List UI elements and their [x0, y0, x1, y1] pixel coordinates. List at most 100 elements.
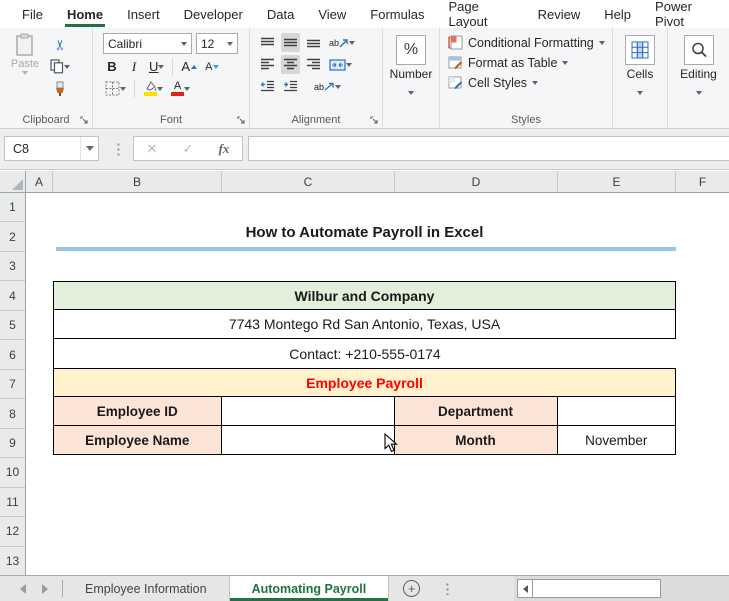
tab-bar-grip[interactable]: [446, 582, 450, 595]
company-name-cell[interactable]: Wilbur and Company: [53, 281, 676, 310]
row-header-3[interactable]: 3: [0, 252, 25, 282]
month-value-cell[interactable]: November: [557, 426, 676, 454]
tab-insert[interactable]: Insert: [115, 0, 172, 28]
employee-payroll-header-cell[interactable]: Employee Payroll: [53, 368, 676, 397]
excel-window: File Home Insert Developer Data View For…: [0, 0, 729, 601]
bold-button[interactable]: B: [103, 57, 121, 76]
font-dialog-launcher[interactable]: [237, 116, 246, 125]
number-format-icon: %: [396, 35, 426, 65]
tab-developer[interactable]: Developer: [172, 0, 255, 28]
scroll-left-button[interactable]: [517, 579, 533, 598]
tab-power-pivot[interactable]: Power Pivot: [643, 0, 729, 29]
enter-button[interactable]: ✓: [183, 141, 194, 157]
wrap-text-button[interactable]: ab: [312, 77, 343, 96]
employee-id-label-cell[interactable]: Employee ID: [54, 397, 222, 425]
decrease-font-button[interactable]: A: [203, 57, 221, 76]
cell-styles-button[interactable]: Cell Styles: [448, 75, 612, 90]
column-header-c[interactable]: C: [222, 171, 395, 192]
tab-file[interactable]: File: [10, 0, 55, 28]
formula-input[interactable]: [248, 136, 729, 161]
employee-name-value-cell[interactable]: [221, 426, 395, 454]
increase-indent-button[interactable]: [281, 77, 300, 96]
align-bottom-button[interactable]: [304, 33, 323, 52]
tab-page-layout[interactable]: Page Layout: [436, 0, 525, 29]
row-header-7[interactable]: 7: [0, 370, 25, 400]
cell-styles-icon: [448, 75, 463, 90]
column-header-b[interactable]: B: [53, 171, 222, 192]
company-address-cell[interactable]: 7743 Montego Rd San Antonio, Texas, USA: [53, 310, 676, 339]
group-clipboard: Paste ✂ Clipboard: [0, 28, 93, 128]
cancel-button[interactable]: ✕: [147, 141, 158, 157]
group-editing[interactable]: Editing: [668, 28, 729, 128]
group-cells[interactable]: Cells: [613, 28, 668, 128]
tab-formulas[interactable]: Formulas: [358, 0, 436, 28]
column-header-f[interactable]: F: [676, 171, 729, 192]
tab-home[interactable]: Home: [55, 0, 115, 28]
select-all-button[interactable]: [0, 171, 26, 192]
row-header-13[interactable]: 13: [0, 547, 25, 575]
row-header-12[interactable]: 12: [0, 517, 25, 547]
underline-button[interactable]: U: [147, 57, 166, 76]
tab-view[interactable]: View: [306, 0, 358, 28]
ribbon: Paste ✂ Clipboard Calibri 12 B I U A A A…: [0, 28, 729, 129]
tab-help[interactable]: Help: [592, 0, 643, 28]
align-right-button[interactable]: [304, 55, 323, 74]
decrease-indent-button[interactable]: [258, 77, 277, 96]
sheet-tab-automating-payroll[interactable]: Automating Payroll: [229, 576, 390, 601]
align-left-icon: [261, 58, 274, 70]
format-painter-button[interactable]: [48, 79, 72, 98]
next-sheet-icon[interactable]: [42, 583, 48, 594]
department-label-cell[interactable]: Department: [394, 397, 558, 425]
row-header-1[interactable]: 1: [0, 193, 25, 223]
conditional-formatting-button[interactable]: Conditional Formatting: [448, 35, 612, 50]
row-header-10[interactable]: 10: [0, 458, 25, 488]
alignment-dialog-launcher[interactable]: [370, 116, 379, 125]
row-header-4[interactable]: 4: [0, 281, 25, 311]
tab-review[interactable]: Review: [526, 0, 593, 28]
font-size-combo[interactable]: 12: [196, 33, 238, 54]
increase-font-button[interactable]: A: [179, 57, 199, 76]
row-header-8[interactable]: 8: [0, 399, 25, 429]
orientation-button[interactable]: ab: [327, 33, 357, 52]
font-name-combo[interactable]: Calibri: [103, 33, 192, 54]
align-left-button[interactable]: [258, 55, 277, 74]
row-header-9[interactable]: 9: [0, 429, 25, 459]
font-color-button[interactable]: A: [169, 79, 192, 98]
formula-bar-grip[interactable]: [117, 142, 120, 156]
borders-button[interactable]: [103, 79, 128, 98]
cut-button[interactable]: ✂: [48, 35, 72, 54]
copy-button[interactable]: [48, 57, 72, 76]
month-label-cell[interactable]: Month: [394, 426, 558, 454]
row-header-5[interactable]: 5: [0, 311, 25, 341]
department-value-cell[interactable]: [557, 397, 676, 425]
italic-button[interactable]: I: [125, 57, 143, 76]
row-header-2[interactable]: 2: [0, 222, 25, 252]
employee-id-value-cell[interactable]: [221, 397, 395, 425]
employee-name-label-cell[interactable]: Employee Name: [54, 426, 222, 454]
row-header-11[interactable]: 11: [0, 488, 25, 518]
cell-area[interactable]: How to Automate Payroll in Excel Wilbur …: [27, 193, 729, 575]
fill-color-button[interactable]: [141, 79, 165, 98]
column-header-a[interactable]: A: [26, 171, 53, 192]
column-header-e[interactable]: E: [558, 171, 676, 192]
merge-center-button[interactable]: [327, 55, 354, 74]
company-contact-cell[interactable]: Contact: +210-555-0174: [53, 339, 676, 368]
new-sheet-button[interactable]: +: [403, 580, 421, 597]
name-box-dropdown[interactable]: [80, 137, 98, 160]
paste-button[interactable]: Paste: [6, 33, 44, 98]
prev-sheet-icon[interactable]: [20, 583, 26, 594]
row-header-6[interactable]: 6: [0, 340, 25, 370]
align-top-button[interactable]: [258, 33, 277, 52]
name-box[interactable]: C8: [4, 136, 99, 161]
format-as-table-button[interactable]: Format as Table: [448, 55, 612, 70]
scrollbar-thumb[interactable]: [533, 579, 661, 598]
align-center-button[interactable]: [281, 55, 300, 74]
column-header-d[interactable]: D: [395, 171, 558, 192]
align-middle-button[interactable]: [281, 33, 300, 52]
sheet-tab-employee-information[interactable]: Employee Information: [63, 576, 230, 601]
group-number[interactable]: % Number: [383, 28, 440, 128]
underline-dropdown-icon: [158, 64, 165, 69]
clipboard-dialog-launcher[interactable]: [80, 116, 89, 125]
tab-data[interactable]: Data: [255, 0, 306, 28]
insert-function-button[interactable]: fx: [219, 141, 230, 157]
